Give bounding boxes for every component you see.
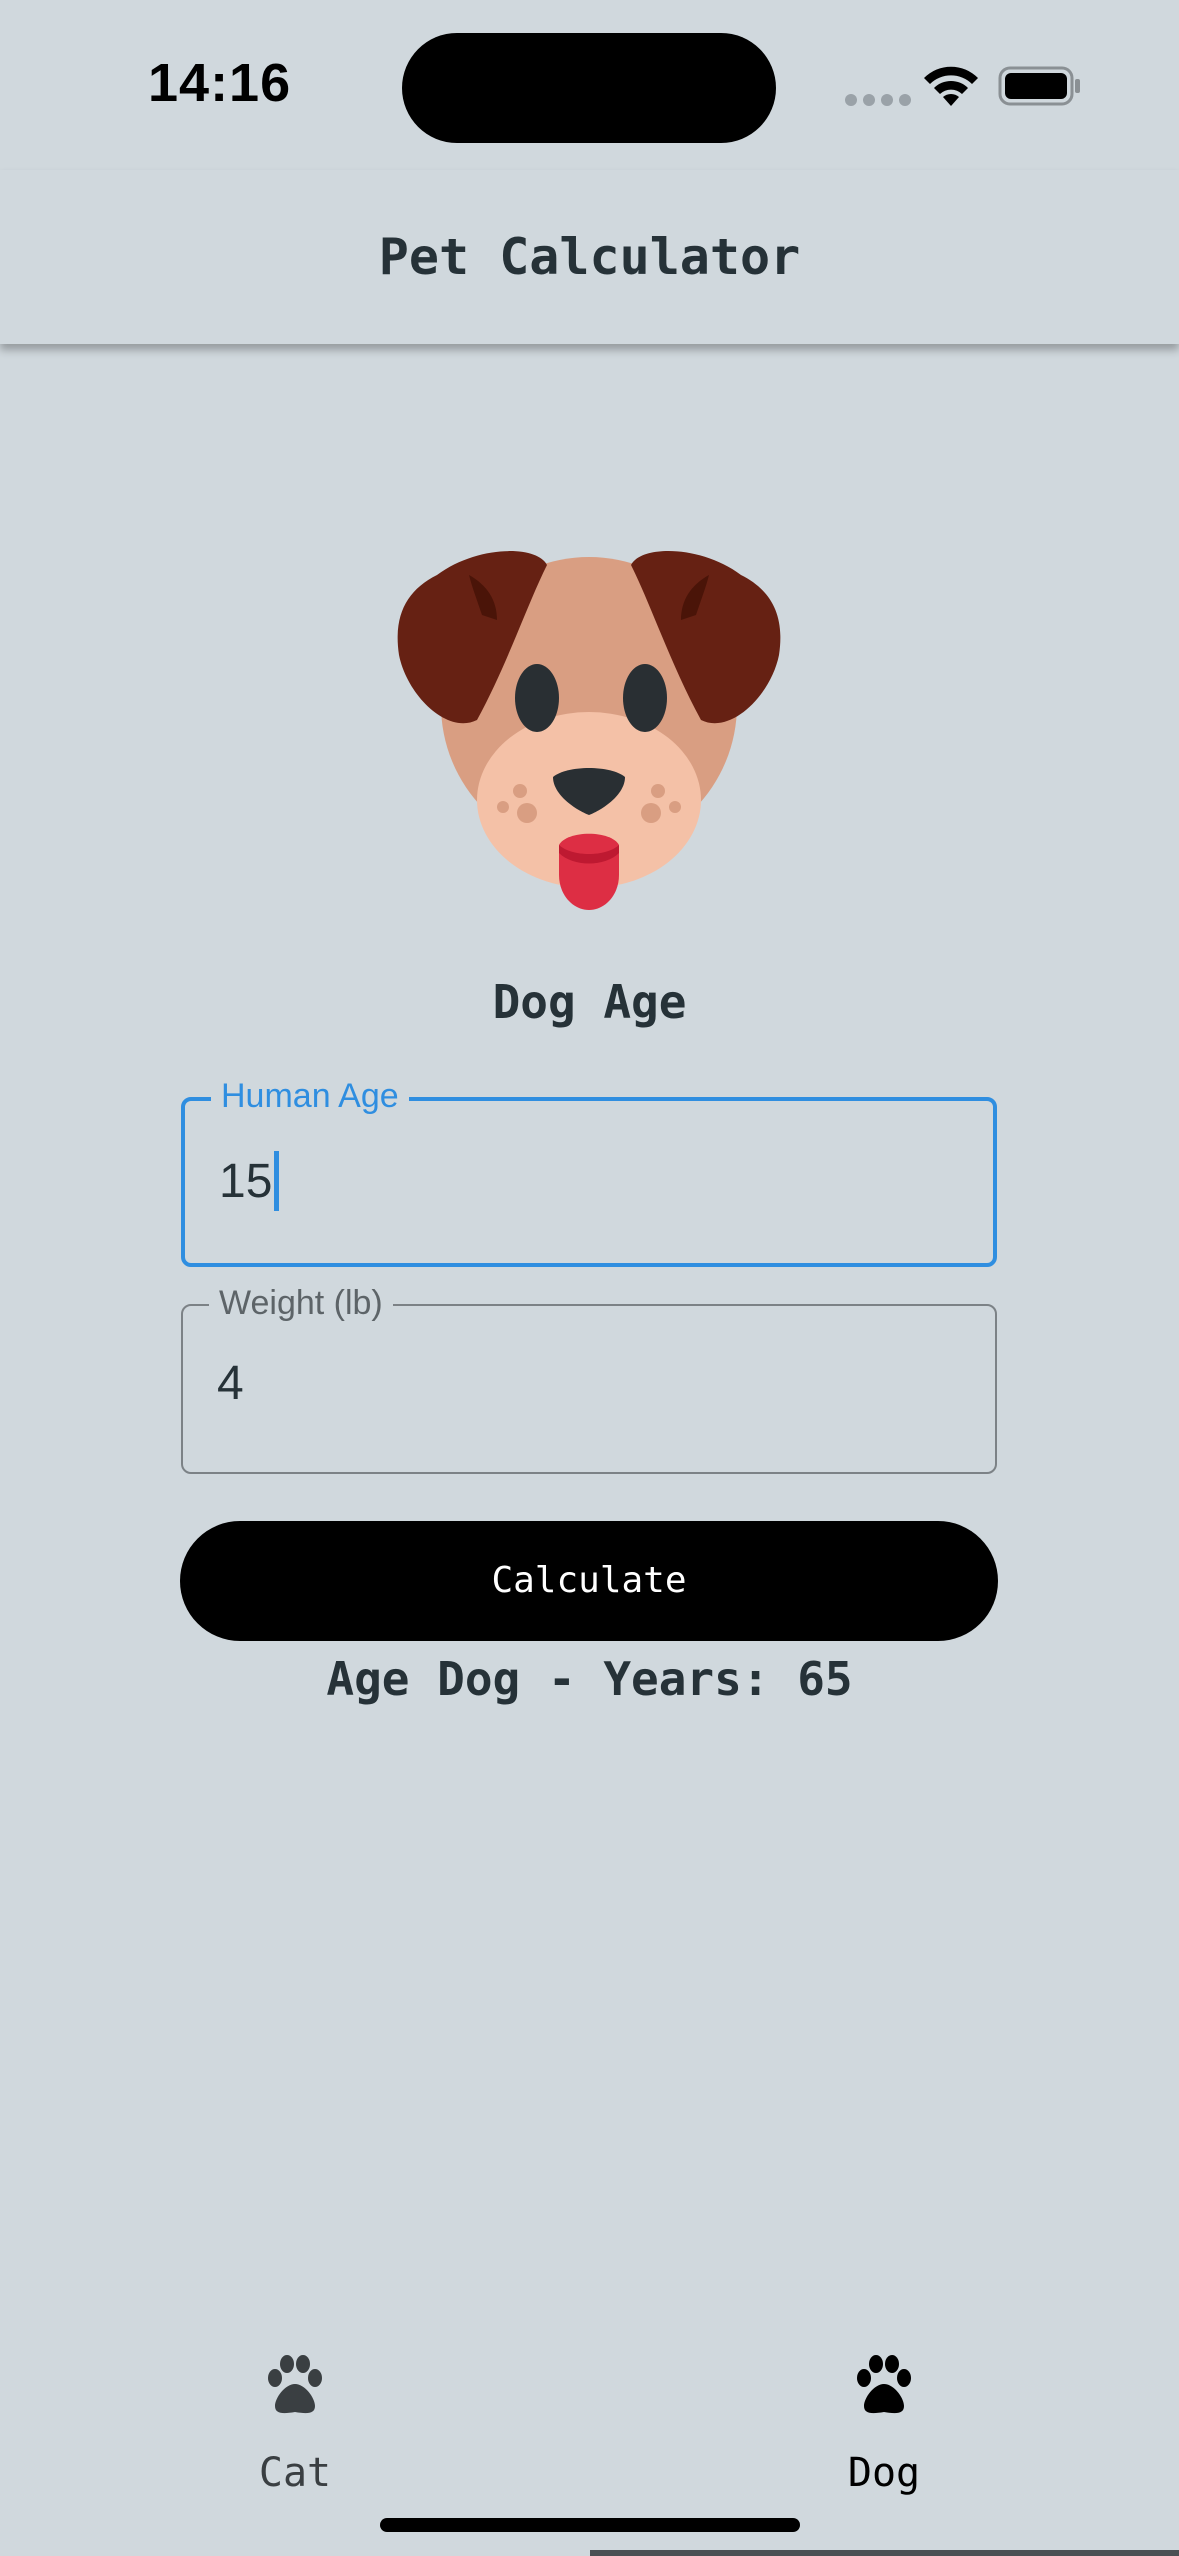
- human-age-value: 15: [219, 1154, 273, 1208]
- weight-label: Weight (lb): [209, 1283, 393, 1323]
- human-age-field[interactable]: Human Age 15: [181, 1076, 997, 1267]
- dynamic-island: [402, 33, 776, 143]
- edge-line: [590, 2550, 1179, 2556]
- weight-field[interactable]: Weight (lb) 4: [181, 1283, 997, 1474]
- battery-icon: [998, 66, 1080, 106]
- status-time: 14:16: [148, 53, 292, 113]
- nav-item-cat[interactable]: Cat: [145, 2300, 445, 2520]
- nav-label-dog: Dog: [847, 2450, 921, 2496]
- nav-item-dog[interactable]: Dog: [734, 2300, 1034, 2520]
- paw-icon: [268, 2355, 322, 2414]
- weight-input[interactable]: 4: [217, 1356, 244, 1411]
- calculate-button[interactable]: Calculate: [180, 1521, 998, 1641]
- app-title: Pet Calculator: [378, 228, 801, 286]
- weight-value: 4: [217, 1357, 244, 1410]
- human-age-input[interactable]: 15: [219, 1151, 280, 1211]
- status-bar: 14:16: [0, 0, 1179, 170]
- result-text: Age Dog - Years: 65: [326, 1652, 853, 1706]
- nav-label-cat: Cat: [258, 2450, 332, 2496]
- dog-face-icon: [397, 551, 781, 910]
- paw-icon: [857, 2355, 911, 2414]
- wifi-icon: [924, 66, 978, 106]
- home-indicator[interactable]: [380, 2518, 800, 2532]
- app-bar: Pet Calculator: [0, 170, 1179, 344]
- text-caret: [274, 1151, 280, 1211]
- section-title: Dog Age: [492, 975, 687, 1029]
- human-age-label: Human Age: [211, 1076, 409, 1116]
